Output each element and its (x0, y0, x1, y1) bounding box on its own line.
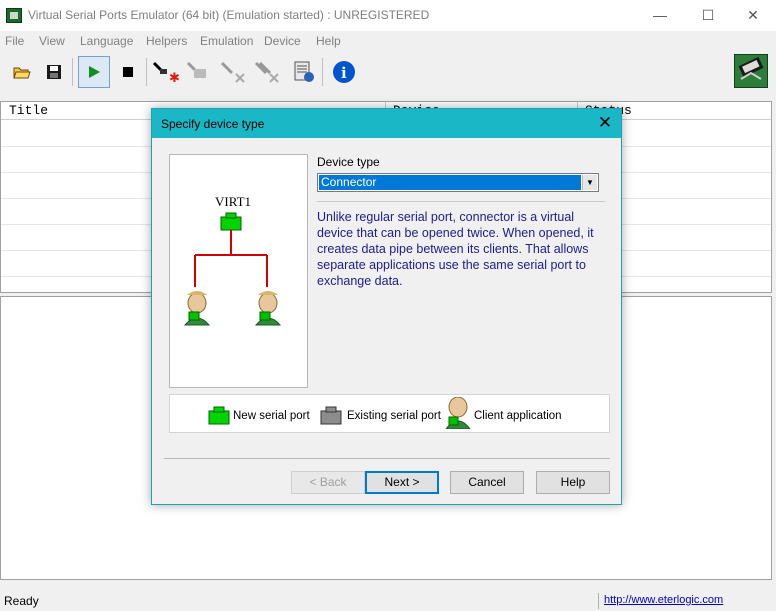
menu-view[interactable]: View (39, 34, 65, 48)
legend-client-application: Client application (474, 410, 562, 422)
device-type-select[interactable]: Connector ▼ (317, 173, 599, 192)
legend-existing-port: Existing serial port (347, 410, 441, 422)
menu-help[interactable]: Help (316, 34, 341, 48)
remove-all-icon[interactable] (252, 56, 284, 88)
client-application-icon (254, 291, 282, 326)
stop-icon[interactable] (112, 56, 144, 88)
chevron-down-icon[interactable]: ▼ (582, 175, 597, 190)
website-link[interactable]: http://www.eterlogic.com (604, 594, 723, 606)
toolbar-separator (72, 58, 73, 86)
status-text: Ready (4, 594, 39, 608)
close-window-button[interactable]: ✕ (730, 0, 776, 31)
new-port-icon (208, 406, 230, 425)
divider (164, 458, 610, 459)
maximize-button[interactable]: ☐ (685, 0, 731, 31)
svg-text:i: i (341, 64, 347, 82)
minimize-button[interactable]: — (637, 0, 683, 31)
legend: New serial port Existing serial port Cli… (169, 394, 610, 433)
existing-port-icon (320, 406, 342, 425)
connector-diagram-graphic (183, 212, 282, 326)
help-button[interactable]: Help (536, 471, 610, 494)
device-description: Unlike regular serial port, connector is… (317, 210, 594, 288)
save-icon[interactable] (38, 56, 70, 88)
status-bar: Ready http://www.eterlogic.com (0, 591, 776, 611)
back-button[interactable]: < Back (291, 471, 365, 494)
edit-device-icon[interactable] (184, 56, 216, 88)
legend-new-port: New serial port (233, 410, 310, 422)
connection-wires (194, 230, 268, 287)
dialog-title: Specify device type (161, 117, 265, 131)
menu-language[interactable]: Language (80, 34, 133, 48)
svg-text:✱: ✱ (169, 71, 180, 84)
toolbar-separator (146, 58, 147, 86)
status-divider (598, 593, 599, 609)
client-application-icon (183, 291, 211, 326)
info-icon[interactable]: i (328, 56, 360, 88)
menu-helpers[interactable]: Helpers (146, 34, 187, 48)
menu-file[interactable]: File (5, 34, 24, 48)
connector-diagram: VIRT1 (169, 154, 308, 388)
divider (317, 201, 605, 202)
dialog-close-button[interactable]: ✕ (593, 112, 617, 134)
device-type-label: Device type (317, 155, 380, 169)
cancel-button[interactable]: Cancel (450, 471, 524, 494)
app-icon (6, 8, 22, 23)
toolbar-separator (322, 58, 323, 86)
device-type-value: Connector (319, 175, 581, 190)
delete-device-icon[interactable] (218, 56, 250, 88)
serial-cable-icon[interactable] (734, 54, 768, 88)
toolbar: ✱ i (0, 52, 776, 92)
client-application-icon (445, 397, 471, 429)
new-device-icon[interactable]: ✱ (150, 56, 182, 88)
menu-bar: File View Language Helpers Emulation Dev… (0, 31, 776, 51)
column-title[interactable]: Title (9, 103, 48, 118)
dialog-titlebar: Specify device type ✕ (152, 109, 621, 138)
menu-device[interactable]: Device (264, 34, 301, 48)
play-icon[interactable] (78, 56, 110, 88)
open-folder-icon[interactable] (6, 56, 38, 88)
window-titlebar: Virtual Serial Ports Emulator (64 bit) (… (0, 0, 776, 31)
menu-emulation[interactable]: Emulation (200, 34, 253, 48)
port-new-icon (220, 212, 242, 231)
specify-device-type-dialog: Specify device type ✕ VIRT1 Device type … (151, 108, 622, 505)
settings-icon[interactable] (288, 56, 320, 88)
next-button[interactable]: Next > (365, 471, 439, 494)
window-title: Virtual Serial Ports Emulator (64 bit) (… (28, 8, 430, 22)
